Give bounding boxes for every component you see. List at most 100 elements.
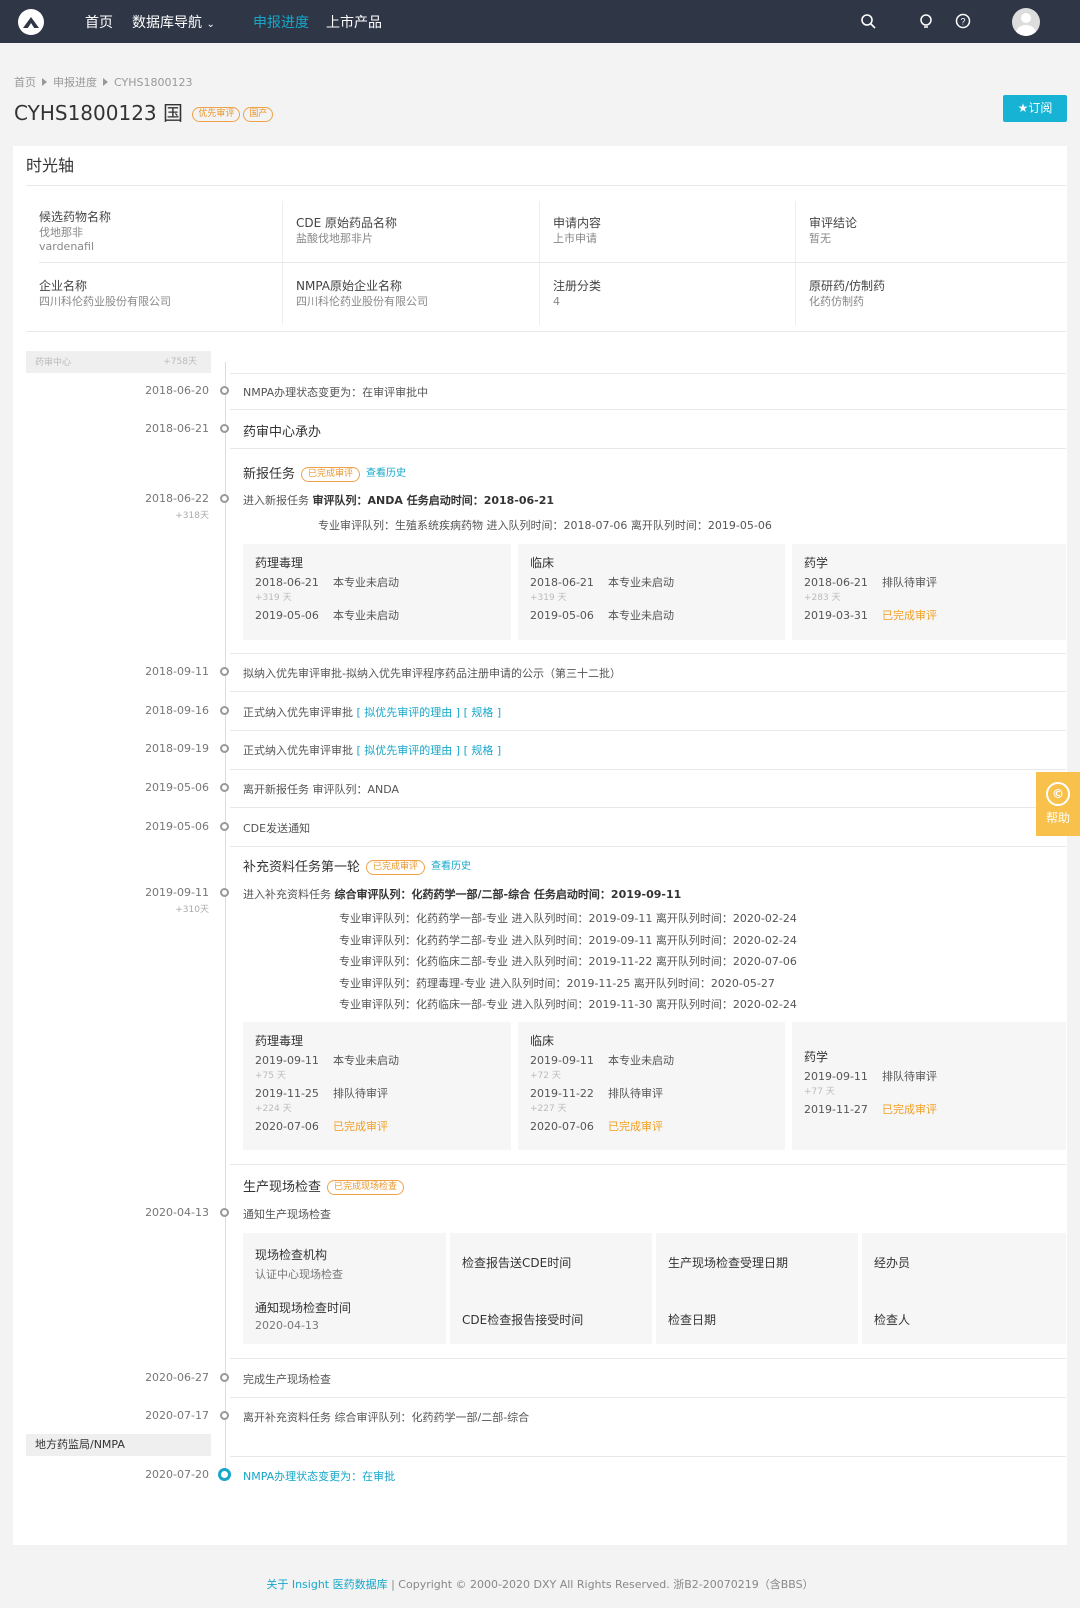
review-box: 临床 2019-09-11 本专业未启动 +72 天 2019-11-22 排队待审… xyxy=(518,1022,785,1150)
timeline-dot xyxy=(220,1208,229,1217)
status-badge: 已完成审评 xyxy=(366,860,426,875)
event-text: NMPA办理状态变更为：在审批 xyxy=(243,1470,396,1483)
event-text: 离开补充资料任务 综合审评队列：化药药学一部/二部-综合 xyxy=(243,1411,530,1424)
info-drug: 候选药物名称 伐地那非 vardenafil xyxy=(39,210,112,253)
history-link[interactable]: 查看历史 xyxy=(431,861,471,872)
event-date: 2019-09-11 xyxy=(145,886,209,899)
priority-reason-link[interactable]: [ 拟优先审评的理由 ] [ 规格 ] xyxy=(357,744,502,757)
event-date: 2018-09-19 xyxy=(145,742,209,755)
priority-reason-link[interactable]: [ 拟优先审评的理由 ] [ 规格 ] xyxy=(357,706,502,719)
timeline-line xyxy=(225,362,226,1480)
event-text: 进入新报任务 审评队列：ANDA 任务启动时间：2018-06-21 xyxy=(243,494,555,507)
event-heading: 药审中心承办 xyxy=(243,425,322,440)
section-title: 时光轴 xyxy=(26,156,75,175)
bulb-icon[interactable] xyxy=(918,13,934,29)
task-heading: 新报任务 已完成审评 查看历史 xyxy=(243,467,407,482)
timeline-dot xyxy=(220,424,229,433)
chevron-down-icon: ⌄ xyxy=(206,19,215,30)
review-box: 药学 2018-06-21 排队待审评 +283 天 2019-03-31 已完成审… xyxy=(792,544,1066,640)
section-cde-days: +758天 xyxy=(163,357,197,367)
timeline-dot xyxy=(220,706,229,715)
timeline-dot xyxy=(220,888,229,897)
task-heading: 补充资料任务第一轮 已完成审评 查看历史 xyxy=(243,860,472,875)
event-date: 2018-06-20 xyxy=(145,384,209,397)
inspection-cell: 经办员 检查人 xyxy=(862,1233,1066,1344)
history-link[interactable]: 查看历史 xyxy=(366,468,406,479)
event-date: 2020-06-27 xyxy=(145,1371,209,1384)
task-heading: 生产现场检查 已完成现场检查 xyxy=(243,1176,410,1195)
copyright: | Copyright © 2000-2020 DXY All Rights R… xyxy=(391,1578,814,1591)
about-link[interactable]: 关于 Insight 医药数据库 xyxy=(266,1578,387,1591)
status-badge: 已完成现场检查 xyxy=(327,1180,405,1195)
info-company: 企业名称 四川科伦药业股份有限公司 xyxy=(39,279,171,308)
crumb-home[interactable]: 首页 xyxy=(14,76,36,89)
crumb-progress[interactable]: 申报进度 xyxy=(53,76,97,89)
status-badge: 已完成审评 xyxy=(301,467,361,482)
avatar[interactable] xyxy=(1012,8,1040,36)
help-icon: © xyxy=(1046,782,1070,806)
info-cde-name: CDE 原始药品名称 盐酸伐地那非片 xyxy=(296,216,398,245)
queue-text: 专业审评队列：化药临床二部-专业 进入队列时间：2019-11-22 离开队列时… xyxy=(339,955,797,968)
nav-db-label: 数据库导航 xyxy=(132,15,202,31)
review-box: 药学 2019-09-11 排队待审评 +77 天 2019-11-27 已完成审评 xyxy=(792,1022,1066,1150)
timeline-dot xyxy=(220,386,229,395)
breadcrumb: 首页 申报进度 CYHS1800123 xyxy=(14,74,192,90)
page-title: CYHS1800123 国 优先审评 国产 xyxy=(14,97,274,126)
review-box: 药理毒理 2018-06-21 本专业未启动 +319 天 2019-05-06 本… xyxy=(243,544,511,640)
info-nmpa-company: NMPA原始企业名称 四川科伦药业股份有限公司 xyxy=(296,279,428,308)
event-text: 正式纳入优先审评审批 [ 拟优先审评的理由 ] [ 规格 ] xyxy=(243,706,502,719)
event-date: 2018-06-22 xyxy=(145,492,209,505)
queue-text: 专业审评队列：化药药学二部-专业 进入队列时间：2019-09-11 离开队列时… xyxy=(339,934,797,947)
event-date: 2020-04-13 xyxy=(145,1206,209,1219)
event-duration: +318天 xyxy=(175,511,209,521)
timeline-dot xyxy=(220,822,229,831)
timeline-dot xyxy=(220,667,229,676)
logo-icon[interactable] xyxy=(18,9,44,35)
info-type: 原研药/仿制药 化药仿制药 xyxy=(809,279,886,308)
timeline-dot xyxy=(220,783,229,792)
review-box: 临床 2018-06-21 本专业未启动 +319 天 2019-05-06 本专业… xyxy=(518,544,785,640)
nav-db[interactable]: 数据库导航 ⌄ xyxy=(132,12,215,32)
event-duration: +310天 xyxy=(175,905,209,915)
event-date: 2020-07-20 xyxy=(145,1468,209,1481)
help-circle-icon[interactable]: ? xyxy=(955,13,971,29)
event-text: CDE发送通知 xyxy=(243,822,311,835)
queue-text: 专业审评队列：生殖系统疾病药物 进入队列时间：2018-07-06 离开队列时间… xyxy=(318,519,772,532)
timeline-dot xyxy=(220,1411,229,1420)
timeline-dot xyxy=(220,744,229,753)
nav-progress[interactable]: 申报进度 xyxy=(253,12,309,32)
info-apply: 申请内容 上市申请 xyxy=(553,216,602,245)
event-text: 拟纳入优先审评审批-拟纳入优先审评程序药品注册申请的公示（第三十二批） xyxy=(243,667,621,680)
subscribe-button[interactable]: ★订阅 xyxy=(1003,95,1067,122)
event-date: 2020-07-17 xyxy=(145,1409,209,1422)
priority-tag: 优先审评 xyxy=(192,107,241,122)
inspection-cell: 生产现场检查受理日期 检查日期 xyxy=(656,1233,858,1344)
nav-market[interactable]: 上市产品 xyxy=(326,12,382,32)
timeline-dot-current xyxy=(218,1468,231,1481)
search-icon[interactable] xyxy=(860,13,876,29)
event-date: 2018-09-16 xyxy=(145,704,209,717)
crumb-current: CYHS1800123 xyxy=(114,76,193,89)
review-box: 药理毒理 2019-09-11 本专业未启动 +75 天 2019-11-25 排队… xyxy=(243,1022,511,1150)
event-date: 2018-06-21 xyxy=(145,422,209,435)
queue-text: 专业审评队列：化药药学一部-专业 进入队列时间：2019-09-11 离开队列时… xyxy=(339,912,797,925)
svg-text:?: ? xyxy=(960,17,965,27)
info-reg-class: 注册分类 4 xyxy=(553,279,602,308)
section-cde-label: 药审中心 xyxy=(35,358,72,368)
event-text: 进入补充资料任务 综合审评队列：化药药学一部/二部-综合 任务启动时间：2019… xyxy=(243,888,682,901)
event-text: 完成生产现场检查 xyxy=(243,1373,331,1386)
timeline-dot xyxy=(220,494,229,503)
queue-text: 专业审评队列：化药临床一部-专业 进入队列时间：2019-11-30 离开队列时… xyxy=(339,998,797,1011)
section-cde: 药审中心 +758天 xyxy=(26,351,211,373)
help-button[interactable]: © 帮助 xyxy=(1036,772,1080,836)
event-date: 2019-05-06 xyxy=(145,820,209,833)
timeline-card: 时光轴 候选药物名称 伐地那非 vardenafil CDE 原始药品名称 盐酸伐地那… xyxy=(13,146,1067,1545)
section-nmpa: 地方药监局/NMPA xyxy=(26,1434,211,1456)
nav-home[interactable]: 首页 xyxy=(85,12,113,32)
event-text: 正式纳入优先审评审批 [ 拟优先审评的理由 ] [ 规格 ] xyxy=(243,744,502,757)
inspection-cell: 现场检查机构 认证中心现场检查 通知现场检查时间 2020-04-13 xyxy=(243,1233,446,1344)
event-text: NMPA办理状态变更为：在审评审批中 xyxy=(243,386,429,399)
event-date: 2018-09-11 xyxy=(145,665,209,678)
event-text: 通知生产现场检查 xyxy=(243,1208,331,1221)
timeline-dot xyxy=(220,1373,229,1382)
